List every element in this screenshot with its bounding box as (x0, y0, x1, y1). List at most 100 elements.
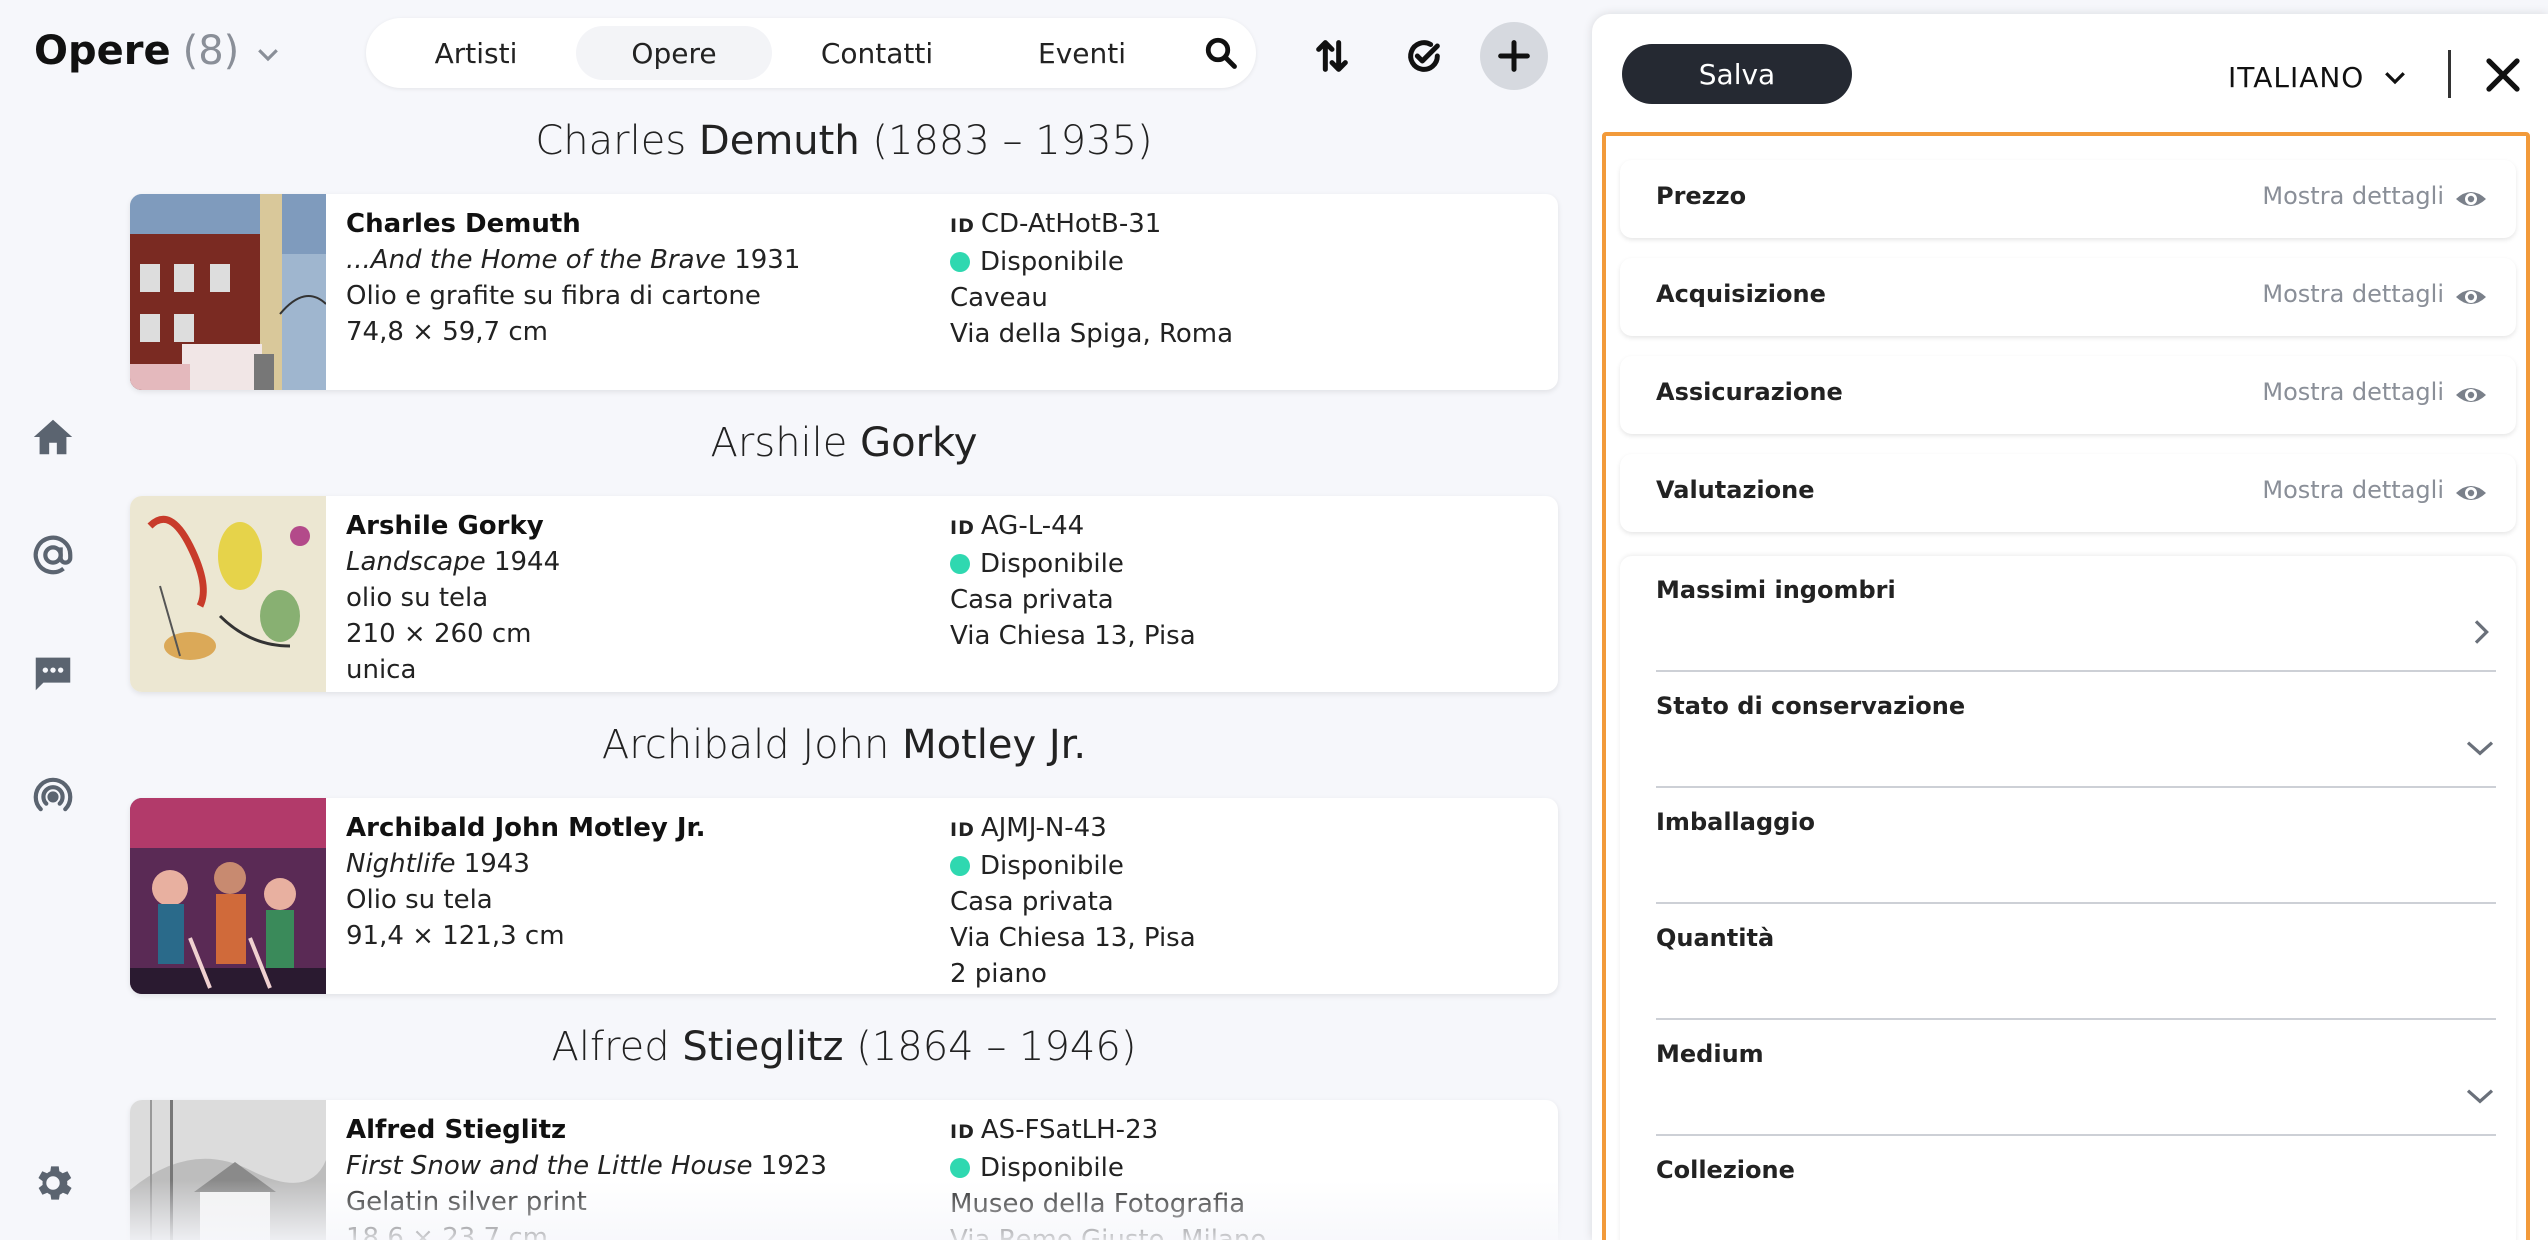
chevron-down-icon[interactable] (253, 39, 283, 69)
status-badge: Disponibile (980, 549, 1124, 579)
save-button[interactable]: Salva (1622, 44, 1852, 104)
detail-row-assicurazione: Assicurazione Mostra dettagli (1620, 356, 2516, 434)
chevron-down-icon[interactable] (2464, 732, 2496, 764)
field-massimi-ingombri[interactable]: Massimi ingombri (1656, 556, 2496, 672)
status-dot (950, 252, 970, 272)
artwork-dimensions: 91,4 × 121,3 cm (346, 921, 565, 951)
tab-eventi[interactable]: Eventi (982, 26, 1182, 80)
detail-row-acquisizione: Acquisizione Mostra dettagli (1620, 258, 2516, 336)
artist-heading-first: Charles (535, 118, 687, 164)
artwork-thumbnail (130, 194, 327, 390)
language-label: ITALIANO (2228, 60, 2365, 94)
artist-heading-dates: (1883 – 1935) (872, 118, 1153, 164)
edit-panel: Salva ITALIANO Prezzo Mostra dettagli Ac… (1592, 14, 2548, 1240)
artwork-medium: olio su tela (346, 583, 489, 613)
artwork-medium: Olio e grafite su fibra di cartone (346, 281, 761, 311)
artist-heading-first: Alfred (551, 1024, 670, 1070)
artwork-inventory: ID AG-L-44 Disponibile Casa privata Via C… (950, 508, 1196, 654)
detail-label: Valutazione (1656, 476, 1815, 504)
field-quantita[interactable]: Quantità (1656, 904, 2496, 1020)
field-label: Quantità (1656, 924, 1775, 952)
artwork-card[interactable]: Arshile Gorky Landscape 1944 olio su tel… (130, 496, 1558, 692)
artwork-thumbnail (130, 496, 326, 692)
artwork-card[interactable]: Archibald John Motley Jr. Nightlife 1943… (130, 798, 1558, 994)
artwork-id: CD-AtHotB-31 (980, 209, 1162, 239)
fields-card: Massimi ingombri Stato di conservazione … (1620, 556, 2516, 1240)
status-dot (950, 554, 970, 574)
artwork-dimensions: 210 × 260 cm (346, 619, 532, 649)
detail-label: Assicurazione (1656, 378, 1843, 406)
artwork-year: 1931 (734, 245, 801, 275)
chevron-right-icon[interactable] (2464, 616, 2496, 648)
status-badge: Disponibile (980, 851, 1124, 881)
eye-icon[interactable] (2454, 282, 2488, 312)
artwork-dimensions: 74,8 × 59,7 cm (346, 317, 548, 347)
field-label: Collezione (1656, 1156, 1795, 1184)
plus-icon[interactable] (1480, 22, 1548, 90)
search-icon[interactable] (1196, 28, 1246, 78)
artwork-artist: Alfred Stieglitz (346, 1115, 567, 1145)
artwork-address: Via Remo Giusto, Milano (950, 1225, 1267, 1240)
artwork-inventory: ID AS-FSatLH-23 Disponibile Museo della F… (950, 1112, 1266, 1240)
artwork-artist: Arshile Gorky (346, 511, 544, 541)
artist-heading-first: Archibald John (601, 722, 890, 768)
artwork-medium: Gelatin silver print (346, 1187, 587, 1217)
page-title-count: (8) (182, 28, 240, 74)
eye-icon[interactable] (2454, 478, 2488, 508)
artwork-info: Alfred Stieglitz First Snow and the Litt… (346, 1112, 827, 1240)
detail-label: Prezzo (1656, 182, 1747, 210)
artwork-year: 1943 (463, 849, 530, 879)
artwork-location: Museo della Fotografia (950, 1189, 1246, 1219)
field-stato-conservazione[interactable]: Stato di conservazione (1656, 672, 2496, 788)
chevron-down-icon (2385, 72, 2406, 85)
eye-icon[interactable] (2454, 380, 2488, 410)
tab-artisti[interactable]: Artisti (376, 26, 576, 80)
field-label: Imballaggio (1656, 808, 1816, 836)
artwork-edition: unica (346, 655, 417, 685)
show-details-link[interactable]: Mostra dettagli (2262, 280, 2444, 308)
field-medium[interactable]: Medium (1656, 1020, 2496, 1136)
check-circle-icon[interactable] (1390, 22, 1458, 90)
artwork-address: Via Chiesa 13, Pisa (950, 621, 1196, 651)
tab-contatti[interactable]: Contatti (772, 26, 982, 80)
artwork-address: Via Chiesa 13, Pisa (950, 923, 1196, 953)
artist-heading-last: Stieglitz (682, 1024, 844, 1070)
status-badge: Disponibile (980, 1153, 1124, 1183)
status-badge: Disponibile (980, 247, 1124, 277)
id-label: ID (950, 1121, 975, 1143)
artwork-inventory: ID AJMJ-N-43 Disponibile Casa privata Via… (950, 810, 1196, 992)
show-details-link[interactable]: Mostra dettagli (2262, 476, 2444, 504)
sort-icon[interactable] (1298, 22, 1366, 90)
show-details-link[interactable]: Mostra dettagli (2262, 182, 2444, 210)
artwork-card[interactable]: Charles Demuth ...And the Home of the Br… (130, 194, 1558, 390)
artwork-title: First Snow and the Little House (346, 1151, 753, 1181)
chat-icon[interactable] (28, 648, 78, 698)
field-collezione[interactable]: Collezione (1656, 1136, 2496, 1240)
home-icon[interactable] (28, 412, 78, 462)
page-title[interactable]: Opere (8) (34, 28, 283, 80)
sidebar (0, 0, 108, 1240)
artwork-title: ...And the Home of the Brave (346, 245, 726, 275)
close-icon[interactable] (2482, 54, 2524, 96)
artist-heading: Arshile Gorky (130, 420, 1558, 466)
id-label: ID (950, 819, 975, 841)
broadcast-icon[interactable] (28, 770, 78, 820)
artwork-thumbnail (130, 798, 326, 994)
language-select[interactable]: ITALIANO (2228, 54, 2410, 100)
tab-opere[interactable]: Opere (576, 26, 772, 80)
field-imballaggio[interactable]: Imballaggio (1656, 788, 2496, 904)
eye-icon[interactable] (2454, 184, 2488, 214)
id-label: ID (950, 517, 975, 539)
artist-heading-last: Gorky (860, 420, 978, 466)
artist-heading: Archibald John Motley Jr. (130, 722, 1558, 768)
at-icon[interactable] (28, 530, 78, 580)
show-details-link[interactable]: Mostra dettagli (2262, 378, 2444, 406)
settings-icon[interactable] (28, 1158, 78, 1208)
id-label: ID (950, 215, 975, 237)
artwork-location: Casa privata (950, 585, 1114, 615)
artwork-info: Arshile Gorky Landscape 1944 olio su tel… (346, 508, 560, 688)
artwork-card[interactable]: Alfred Stieglitz First Snow and the Litt… (130, 1100, 1558, 1240)
artwork-artist: Archibald John Motley Jr. (346, 813, 706, 843)
form-area: Prezzo Mostra dettagli Acquisizione Most… (1602, 132, 2530, 1240)
chevron-down-icon[interactable] (2464, 1080, 2496, 1112)
